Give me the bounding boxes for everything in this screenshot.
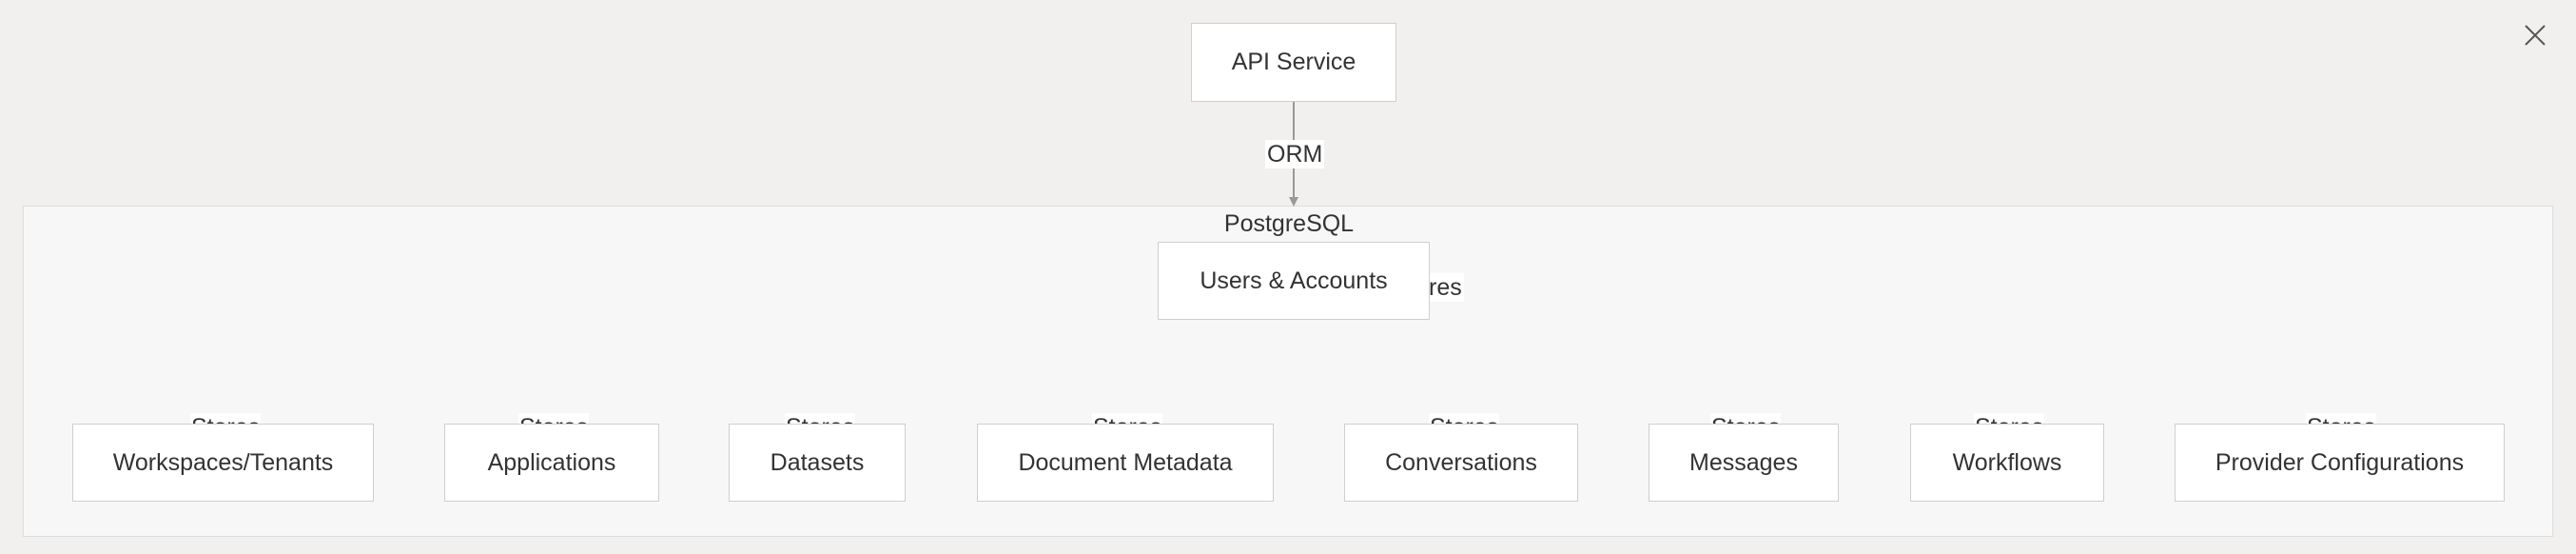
entity-label: Applications xyxy=(487,448,616,476)
users-accounts-label: Users & Accounts xyxy=(1200,267,1388,294)
entity-label: Provider Configurations xyxy=(2215,448,2465,476)
postgresql-cluster-label: PostgreSQL xyxy=(1223,210,1355,237)
api-service-label: API Service xyxy=(1231,49,1356,75)
entity-node-document-metadata[interactable]: Document Metadata xyxy=(977,424,1274,502)
api-service-node[interactable]: API Service xyxy=(1191,23,1396,102)
entity-node-provider-configurations[interactable]: Provider Configurations xyxy=(2175,424,2505,502)
entity-label: Conversations xyxy=(1385,448,1537,476)
entity-label: Workflows xyxy=(1952,448,2062,476)
close-icon xyxy=(2525,25,2546,46)
entity-node-workspaces-tenants[interactable]: Workspaces/Tenants xyxy=(72,424,374,502)
partial-edge-label: res xyxy=(1427,273,1464,302)
entity-node-workflows[interactable]: Workflows xyxy=(1910,424,2104,502)
entity-label: Workspaces/Tenants xyxy=(112,448,334,476)
entity-node-datasets[interactable]: Datasets xyxy=(729,424,906,502)
users-accounts-node[interactable]: Users & Accounts xyxy=(1158,242,1430,320)
orm-edge-label: ORM xyxy=(1265,140,1325,168)
entity-node-applications[interactable]: Applications xyxy=(444,424,659,502)
entity-label: Messages xyxy=(1689,448,1798,476)
entity-label: Document Metadata xyxy=(1018,448,1233,476)
entity-label: Datasets xyxy=(770,448,865,476)
entity-node-messages[interactable]: Messages xyxy=(1649,424,1839,502)
close-button[interactable] xyxy=(2523,23,2547,48)
entity-node-conversations[interactable]: Conversations xyxy=(1344,424,1578,502)
